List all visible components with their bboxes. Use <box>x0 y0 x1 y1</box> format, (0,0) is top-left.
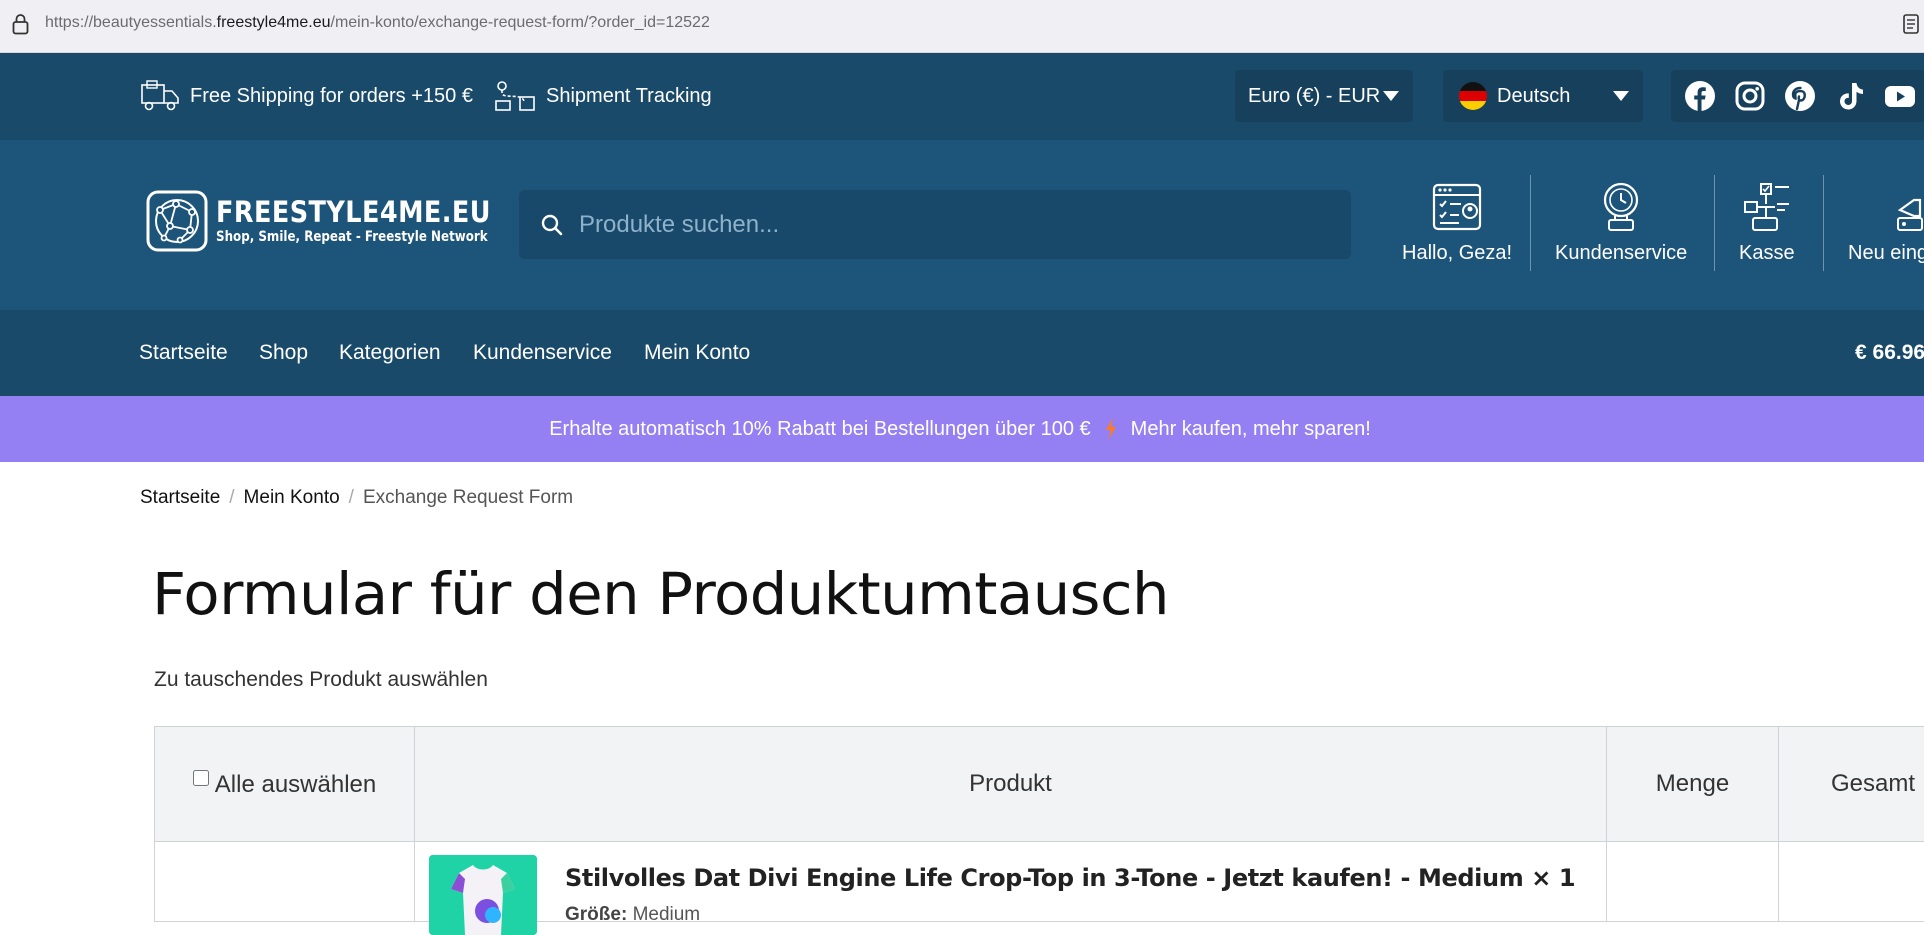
divider <box>1714 175 1715 271</box>
search-icon[interactable] <box>541 214 563 236</box>
quantity-cell <box>1607 842 1779 922</box>
quantity-column-header: Menge <box>1607 727 1779 842</box>
divider <box>1530 175 1531 271</box>
select-all-header: Alle auswählen <box>155 727 415 842</box>
divider <box>1823 175 1824 271</box>
customer-service-label: Kundenservice <box>1555 242 1687 265</box>
product-thumbnail <box>429 855 537 935</box>
search-input[interactable] <box>579 211 1279 239</box>
product-cell: Stilvolles Dat Divi Engine Life Crop-Top… <box>415 842 1607 922</box>
nav-item-kundenservice[interactable]: Kundenservice <box>473 341 612 365</box>
currency-value: Euro (€) - EUR <box>1248 85 1380 108</box>
select-all-label: Alle auswählen <box>215 771 376 798</box>
site-logo[interactable]: FREESTYLE4ME.EU Shop, Smile, Repeat - Fr… <box>146 190 547 252</box>
nav-item-startseite[interactable]: Startseite <box>139 341 228 365</box>
customer-service-button[interactable]: Kundenservice <box>1555 182 1687 282</box>
shipment-tracking-link[interactable]: Shipment Tracking <box>494 79 712 113</box>
new-arrivals-button[interactable]: Neu eing <box>1848 182 1924 282</box>
instagram-icon[interactable] <box>1734 80 1766 112</box>
lightning-icon <box>1105 418 1117 440</box>
main-navigation: Startseite Shop Kategorien Kundenservice… <box>0 310 1924 396</box>
language-value: Deutsch <box>1497 85 1570 108</box>
social-links <box>1671 70 1924 122</box>
breadcrumb-separator: / <box>229 487 234 509</box>
utility-bar: Free Shipping for orders +150 € Shipment… <box>0 53 1924 140</box>
total-column-header: Gesamt <box>1779 727 1924 842</box>
pinterest-icon[interactable] <box>1784 80 1816 112</box>
german-flag-icon <box>1459 82 1487 110</box>
chevron-down-icon <box>1383 91 1399 101</box>
facebook-icon[interactable] <box>1684 80 1716 112</box>
lock-icon <box>12 13 29 35</box>
checkout-button[interactable]: Kasse <box>1739 182 1795 282</box>
tiktok-icon[interactable] <box>1834 80 1866 112</box>
site-header: FREESTYLE4ME.EU Shop, Smile, Repeat - Fr… <box>0 140 1924 310</box>
breadcrumb-item-mein-konto[interactable]: Mein Konto <box>244 487 340 509</box>
table-row: Stilvolles Dat Divi Engine Life Crop-Top… <box>155 842 1924 922</box>
exchange-products-table: Alle auswählen Produkt Menge Gesamt <box>154 726 1924 922</box>
total-cell <box>1779 842 1924 922</box>
support-icon <box>1599 182 1643 232</box>
product-attribute: Größe: Medium <box>565 904 700 926</box>
checkout-icon <box>1741 182 1793 232</box>
reader-view-icon[interactable] <box>1902 12 1920 36</box>
url-field[interactable]: https://beautyessentials.freestyle4me.eu… <box>45 14 710 32</box>
promo-text-secondary: Mehr kaufen, mehr sparen! <box>1131 418 1371 441</box>
promo-text-main: Erhalte automatisch 10% Rabatt bei Beste… <box>549 418 1090 441</box>
account-label: Hallo, Geza! <box>1402 242 1512 265</box>
page-title: Formular für den Produktumtausch <box>152 560 1169 628</box>
page-subtitle: Zu tauschendes Produkt auswählen <box>154 668 488 692</box>
delivery-truck-icon <box>140 79 180 113</box>
new-arrivals-icon <box>1896 182 1924 232</box>
table-header-row: Alle auswählen Produkt Menge Gesamt <box>155 727 1924 842</box>
breadcrumb-item-current: Exchange Request Form <box>363 487 573 509</box>
shipment-tracking-text: Shipment Tracking <box>546 85 712 108</box>
product-column-header: Produkt <box>415 727 1607 842</box>
new-arrivals-label: Neu eing <box>1848 242 1924 265</box>
tracking-icon <box>494 79 536 113</box>
youtube-icon[interactable] <box>1884 80 1916 112</box>
nav-item-mein-konto[interactable]: Mein Konto <box>644 341 750 365</box>
chevron-down-icon <box>1613 91 1629 101</box>
language-select[interactable]: Deutsch <box>1443 70 1643 122</box>
checkout-label: Kasse <box>1739 242 1795 265</box>
account-button[interactable]: Hallo, Geza! <box>1402 182 1512 282</box>
brand-tagline: Shop, Smile, Repeat - Freestyle Network <box>216 228 488 246</box>
free-shipping-text: Free Shipping for orders +150 € <box>190 85 473 108</box>
product-name[interactable]: Stilvolles Dat Divi Engine Life Crop-Top… <box>565 864 1575 892</box>
currency-select[interactable]: Euro (€) - EUR <box>1235 70 1413 122</box>
breadcrumb: Startseite / Mein Konto / Exchange Reque… <box>140 487 573 509</box>
row-select-cell[interactable] <box>155 842 415 922</box>
nav-item-kategorien[interactable]: Kategorien <box>339 341 441 365</box>
free-shipping-info: Free Shipping for orders +150 € <box>140 79 473 113</box>
nav-item-shop[interactable]: Shop <box>259 341 308 365</box>
cart-total[interactable]: € 66.96 <box>1855 341 1924 365</box>
select-all-checkbox[interactable] <box>193 770 209 786</box>
breadcrumb-separator: / <box>349 487 354 509</box>
browser-address-bar: https://beautyessentials.freestyle4me.eu… <box>0 0 1924 53</box>
network-logo-icon <box>146 190 208 252</box>
account-icon <box>1431 182 1483 232</box>
promo-banner: Erhalte automatisch 10% Rabatt bei Beste… <box>0 396 1924 462</box>
breadcrumb-item-startseite[interactable]: Startseite <box>140 487 220 509</box>
search-bar <box>519 190 1351 259</box>
brand-name: FREESTYLE4ME.EU <box>216 196 508 228</box>
